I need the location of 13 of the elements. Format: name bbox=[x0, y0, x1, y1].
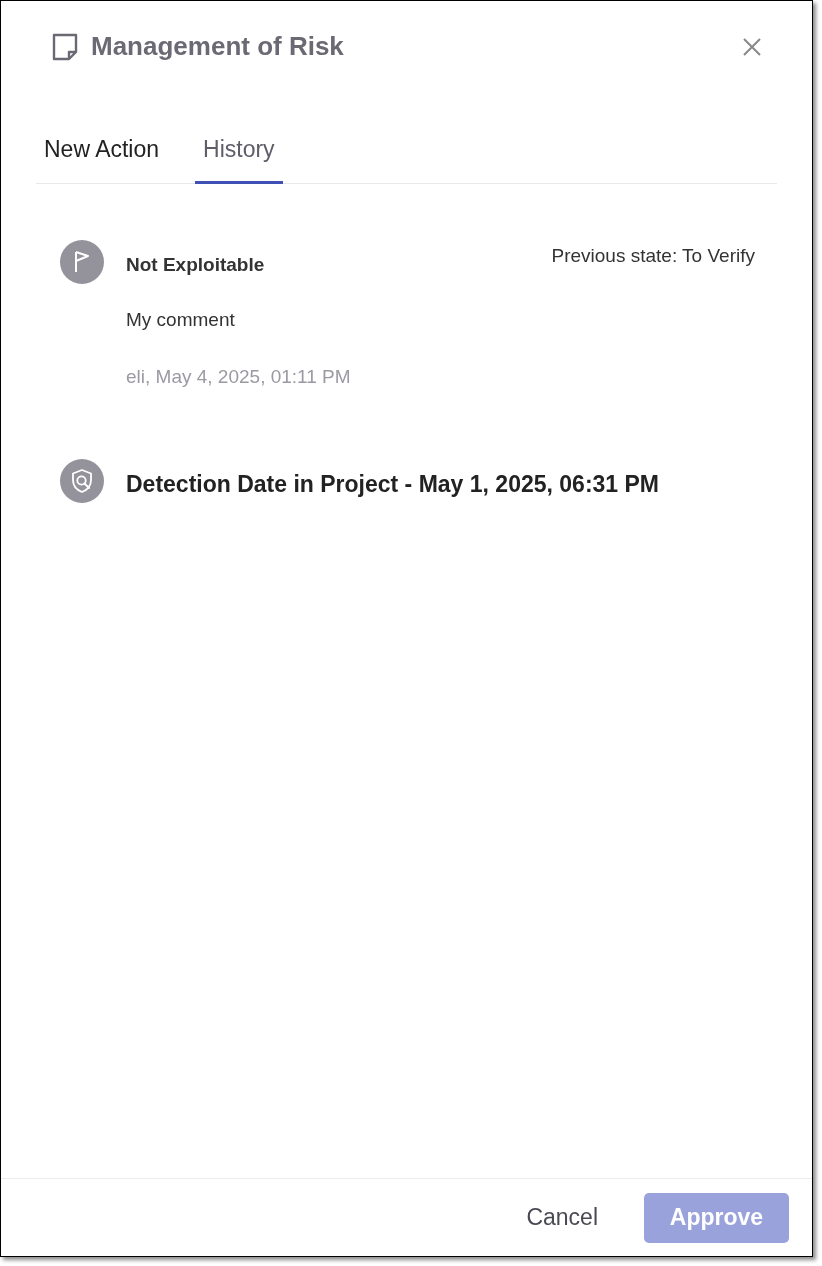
tab[interactable]: History bbox=[195, 132, 283, 184]
close-icon bbox=[742, 36, 762, 57]
shield-search-icon bbox=[60, 459, 104, 503]
entry-title: Not Exploitable bbox=[126, 252, 265, 277]
comment-text: My comment bbox=[126, 308, 236, 332]
dialog-title: Management of Risk bbox=[91, 30, 344, 63]
flag-icon bbox=[60, 239, 104, 284]
entry-meta: eli, May 4, 2025, 01:11 PM bbox=[126, 364, 352, 389]
cancel-button[interactable]: Cancel bbox=[526, 1200, 598, 1235]
previous-state-text: Previous state: To Verify bbox=[551, 243, 755, 268]
note-icon bbox=[51, 31, 79, 62]
entry-title: Detection Date in Project - May 1, 2025, 06:31 PM bbox=[126, 470, 660, 499]
tab[interactable]: New Action bbox=[36, 132, 168, 184]
